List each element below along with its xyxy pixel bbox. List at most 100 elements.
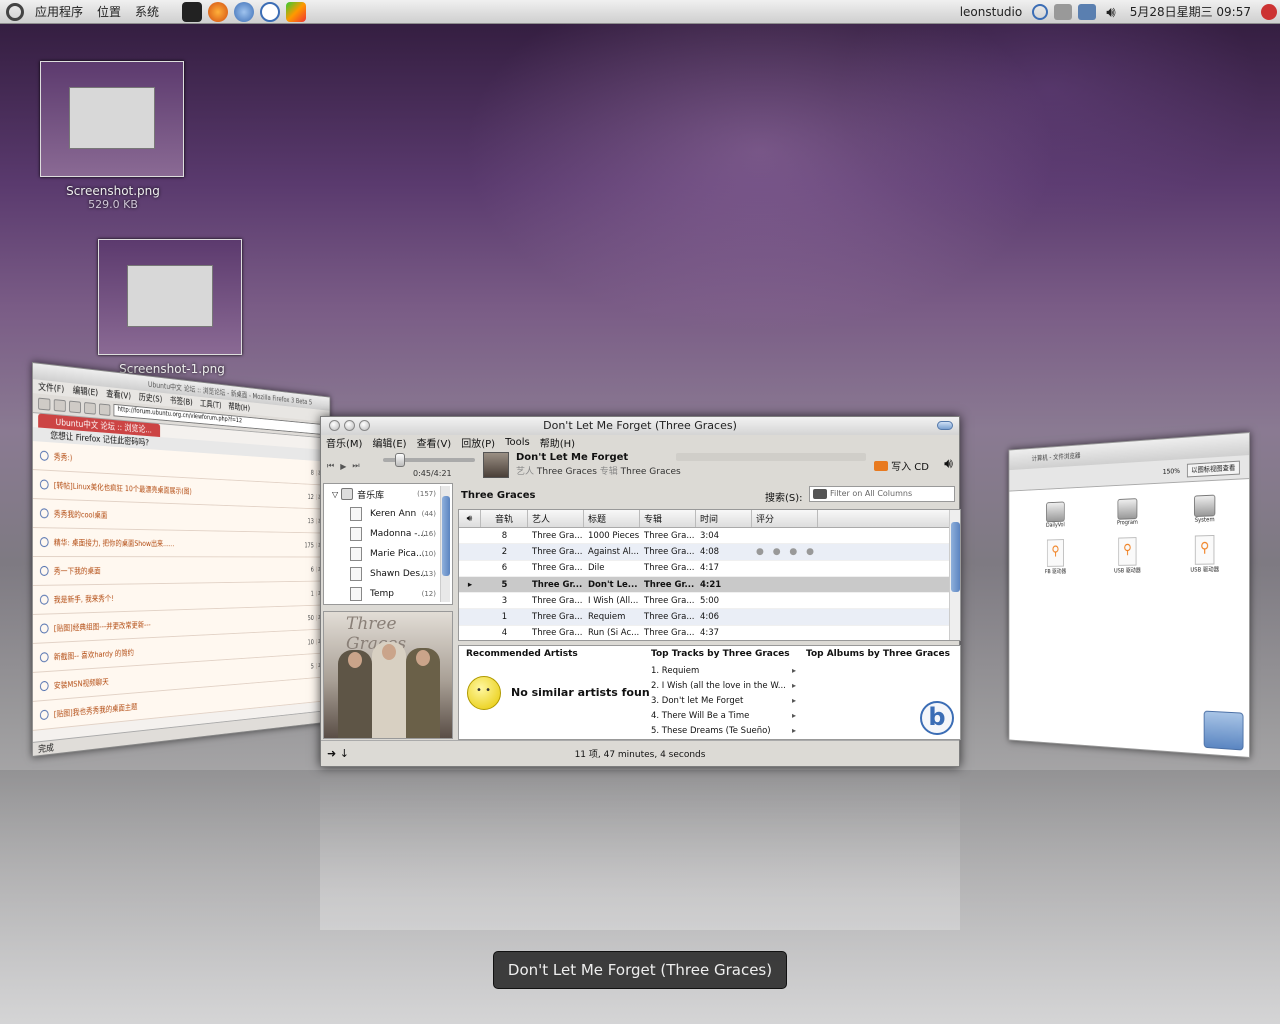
stop-icon[interactable] [84, 402, 96, 415]
drive-item[interactable]: System [1165, 493, 1245, 525]
track-row[interactable]: 3 Three Gra... I Wish (All... Three Gra... 5… [459, 593, 960, 609]
play-icon[interactable]: ▶ [340, 462, 346, 471]
track-row[interactable]: 2 Three Gra... Against Al... Three Gra... 4:… [459, 544, 960, 560]
back-icon[interactable] [38, 397, 50, 410]
topic-title[interactable]: 精华: 桌面接力, 把你的桌面Show出来...... [54, 537, 175, 549]
desktop-icon-label[interactable]: Screenshot.png 529.0 KB [33, 184, 193, 211]
topic-title[interactable]: [贴图]我也秀秀我的桌面主题 [54, 701, 138, 719]
column-header-album[interactable]: 专辑 [640, 510, 696, 527]
menu-view[interactable]: 查看(V) [106, 387, 131, 403]
volume-icon[interactable]: 🔊︎ [944, 456, 953, 472]
network-icon[interactable] [1078, 4, 1096, 20]
topic-title[interactable]: 我是新手, 我来秀个! [54, 593, 114, 605]
view-mode-select[interactable]: 以图标视图查看 [1187, 460, 1240, 477]
search-input[interactable]: Filter on All Columns [809, 486, 955, 502]
column-header-track[interactable]: 音轨 [481, 510, 528, 527]
menu-bookmarks[interactable]: 书签(B) [170, 394, 193, 409]
source-playlist[interactable]: Marie Pica... (10) [324, 544, 452, 564]
track-row[interactable]: ▸ 5 Three Gr... Don't Le... Three Gr... 4:21 [459, 577, 960, 593]
user-name[interactable]: leonstudio [953, 5, 1030, 19]
screenshot-1-file-icon[interactable] [98, 239, 242, 355]
menu-file[interactable]: 文件(F) [38, 380, 64, 397]
drive-item[interactable]: DailyVol [1021, 500, 1091, 529]
menu-tools[interactable]: Tools [505, 437, 530, 448]
column-header-title[interactable]: 标题 [584, 510, 640, 527]
menu-help[interactable]: 帮助(H) [228, 400, 250, 415]
top-track-item[interactable]: 2. I Wish (all the love in the W... [651, 681, 796, 696]
firefox-icon[interactable] [208, 2, 228, 22]
top-track-item[interactable]: 3. Don't let Me Forget [651, 696, 796, 711]
menu-tools[interactable]: 工具(T) [200, 397, 222, 412]
source-playlist[interactable]: Temp (12) [324, 584, 452, 604]
shuffle-repeat-icons[interactable]: ➜ ↓ [327, 747, 349, 760]
top-track-item[interactable]: 5. These Dreams (Te Sueño) [651, 726, 796, 740]
drive-item[interactable]: FB 驱动器 [1021, 538, 1091, 575]
menu-system[interactable]: 系统 [128, 3, 166, 20]
ubuntu-logo-icon[interactable] [6, 3, 24, 21]
drive-item[interactable]: USB 驱动器 [1165, 534, 1245, 574]
top-track-item[interactable]: 1. Requiem [651, 666, 796, 681]
folder-icon[interactable] [1204, 711, 1244, 751]
track-list-scrollbar[interactable] [949, 510, 960, 640]
speaker-column-icon[interactable]: 🔊︎ [459, 510, 481, 527]
track-row[interactable]: 8 Three Gra... 1000 Pieces Three Gra... 3:04 [459, 528, 960, 544]
menu-places[interactable]: 位置 [90, 3, 128, 20]
menu-help[interactable]: 帮助(H) [540, 435, 575, 450]
source-music-library[interactable]: ▽ 音乐库 (157) [324, 484, 452, 504]
maximize-button[interactable] [359, 420, 370, 431]
gimp-icon[interactable] [286, 2, 306, 22]
firefox-window[interactable]: Ubuntu中文 论坛 :: 浏览论坛 - 新桌面 - Mozilla Fire… [32, 362, 330, 757]
menu-history[interactable]: 历史(S) [139, 390, 162, 405]
volume-icon[interactable]: 🔊︎ [1099, 3, 1122, 21]
burn-cd-button[interactable]: 写入 CD [874, 458, 929, 473]
track-row[interactable]: 4 Three Gra... Run (Si Ac... Three Gra... 4:… [459, 626, 960, 641]
clock[interactable]: 5月28日星期三 09:57 [1123, 3, 1258, 20]
power-icon[interactable] [1261, 4, 1277, 20]
topic-title[interactable]: 秀一下我的桌面 [54, 565, 101, 576]
pidgin-icon[interactable] [234, 2, 254, 22]
banshee-icon[interactable] [260, 2, 280, 22]
source-scrollbar[interactable] [440, 486, 450, 602]
zoom-level[interactable]: 150% [1163, 467, 1180, 476]
top-track-item[interactable]: 4. There Will Be a Time [651, 711, 796, 726]
reload-icon[interactable] [69, 400, 81, 413]
topic-title[interactable]: [贴图]经典组图---并更改常更新--- [54, 619, 151, 634]
topic-row[interactable]: 精华: 桌面接力, 把你的桌面Show出来......1752008 [33, 528, 330, 557]
menu-edit[interactable]: 编辑(E) [372, 435, 406, 450]
topic-title[interactable]: 新截图-- 喜欢hardy 的简约 [54, 647, 134, 662]
banshee-window[interactable]: Don't Let Me Forget (Three Graces) 音乐(M)… [320, 416, 960, 767]
seek-handle[interactable] [395, 453, 405, 467]
next-icon[interactable]: ⏭ [352, 461, 359, 471]
menu-view[interactable]: 查看(V) [417, 435, 452, 450]
menu-music[interactable]: 音乐(M) [326, 435, 362, 450]
file-browser-window[interactable]: 计算机 - 文件浏览器 150% 以图标视图查看 DailyVol Program… [1009, 432, 1250, 758]
menu-edit[interactable]: 编辑(E) [73, 383, 98, 399]
drive-item[interactable]: USB 驱动器 [1091, 536, 1166, 574]
binoculars-icon[interactable] [813, 489, 827, 499]
column-header-artist[interactable]: 艺人 [528, 510, 584, 527]
forward-icon[interactable] [54, 399, 66, 412]
drive-item[interactable]: Program [1091, 497, 1166, 527]
topic-title[interactable]: 安装MSN视频聊天 [54, 676, 109, 691]
close-button[interactable] [329, 420, 340, 431]
expander-icon[interactable]: ▽ [332, 490, 338, 499]
source-playlist[interactable]: Keren Ann (44) [324, 504, 452, 524]
screenshot-file-icon[interactable] [40, 61, 184, 177]
source-playlist[interactable]: Shawn Des... (13) [324, 564, 452, 584]
track-row[interactable]: 1 Three Gra... Requiem Three Gra... 4:06 [459, 609, 960, 625]
column-header-time[interactable]: 时间 [696, 510, 752, 527]
banshee-tray-icon[interactable] [1032, 4, 1048, 20]
menu-playback[interactable]: 回放(P) [461, 435, 495, 450]
track-row[interactable]: 6 Three Gra... Dile Three Gra... 4:17 [459, 561, 960, 577]
previous-icon[interactable]: ⏮ [327, 461, 334, 471]
minimize-button[interactable] [344, 420, 355, 431]
topic-title[interactable]: 秀秀:) [54, 451, 73, 463]
home-icon[interactable] [99, 403, 110, 416]
column-header-rating[interactable]: 评分 [752, 510, 818, 527]
topic-title[interactable]: [转帖]Linux美化也疯狂 10个最漂亮桌面展示(图) [54, 480, 192, 497]
terminal-icon[interactable] [182, 2, 202, 22]
restore-button[interactable] [937, 421, 953, 430]
track-rating[interactable]: ● ● ● ● ● [752, 547, 818, 557]
topic-title[interactable]: 秀秀我的cool桌面 [54, 508, 108, 520]
menu-applications[interactable]: 应用程序 [28, 3, 90, 20]
